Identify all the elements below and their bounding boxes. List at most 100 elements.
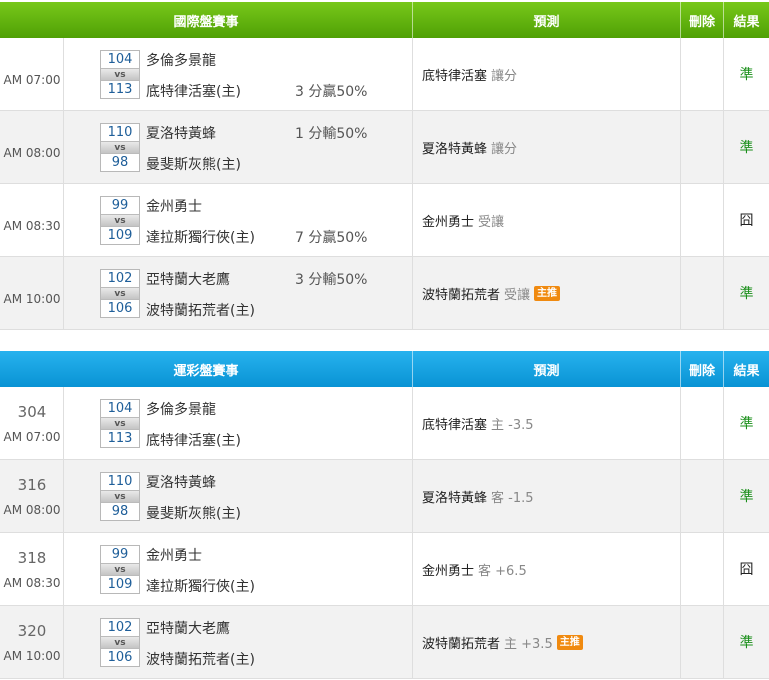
away-team[interactable]: 亞特蘭大老鷹 bbox=[146, 269, 230, 289]
table-row: AM 10:00 102 vs 106 亞特蘭大老鷹波特蘭拓荒者(主) 3 分輸50% 波特… bbox=[0, 257, 769, 330]
away-score: 102 bbox=[107, 620, 133, 635]
prediction-cell: 底特律活塞主 -3.5 bbox=[413, 387, 681, 459]
match-cell: 110 vs 98 夏洛特黃蜂 曼斐斯灰熊(主) 1 分輸50% bbox=[64, 111, 413, 183]
away-team[interactable]: 多倫多景龍 bbox=[146, 50, 216, 70]
table-row: 318 AM 08:30 99 vs 109 金州勇士達拉斯獨行俠(主) 金州勇士客 +6.… bbox=[0, 533, 769, 606]
header-game: 運彩盤賽事 bbox=[0, 351, 413, 387]
vs-label: vs bbox=[101, 417, 139, 430]
home-score: 106 bbox=[107, 301, 133, 316]
delete-cell[interactable] bbox=[681, 38, 724, 110]
prediction-cell: 波特蘭拓荒者主 +3.5 主推 bbox=[413, 606, 681, 678]
home-team[interactable]: 底特律活塞(主) bbox=[146, 81, 241, 101]
header-result: 結果 bbox=[733, 14, 760, 30]
time-cell: 320 AM 10:00 bbox=[0, 606, 64, 678]
result-cell: 準 bbox=[724, 460, 769, 532]
table-row: 304 AM 07:00 104 vs 113 多倫多景龍 底特律活塞(主) 底特律活塞主 -… bbox=[0, 387, 769, 460]
game-number: 316 bbox=[17, 476, 47, 494]
game-number: 320 bbox=[17, 622, 47, 640]
prediction-cell: 夏洛特黃蜂 讓分 bbox=[413, 111, 681, 183]
main-pick-badge: 主推 bbox=[534, 285, 561, 301]
time-cell: AM 07:00 bbox=[0, 38, 64, 110]
away-team[interactable]: 夏洛特黃蜂 bbox=[146, 472, 216, 492]
result-mark: 準 bbox=[739, 635, 754, 651]
home-team[interactable]: 底特律活塞(主) bbox=[146, 430, 241, 450]
result-cell: 準 bbox=[724, 387, 769, 459]
match-cell: 104 vs 113 多倫多景龍 底特律活塞(主) 3 分贏50% bbox=[64, 38, 413, 110]
delete-cell[interactable] bbox=[681, 460, 724, 532]
vs-label: vs bbox=[101, 68, 139, 81]
home-team[interactable]: 曼斐斯灰熊(主) bbox=[146, 154, 241, 174]
match-cell: 99 vs 109 金州勇士達拉斯獨行俠(主) 7 分贏50% bbox=[64, 184, 413, 256]
prediction-type: 讓分 bbox=[491, 68, 518, 84]
game-time: AM 07:00 bbox=[3, 73, 61, 87]
result-mark: 準 bbox=[739, 416, 754, 432]
home-team[interactable]: 波特蘭拓荒者(主) bbox=[146, 300, 255, 320]
time-cell: AM 08:00 bbox=[0, 111, 64, 183]
prediction-type: 客 +6.5 bbox=[478, 563, 527, 579]
result-cell: 準 bbox=[724, 111, 769, 183]
time-cell: 316 AM 08:00 bbox=[0, 460, 64, 532]
away-score: 104 bbox=[107, 52, 133, 67]
result-cell: 囧 bbox=[724, 184, 769, 256]
vs-label: vs bbox=[101, 287, 139, 300]
home-score: 109 bbox=[107, 228, 133, 243]
prediction-type: 讓分 bbox=[491, 141, 518, 157]
spread-result: 7 分贏50% bbox=[295, 230, 368, 246]
home-team[interactable]: 達拉斯獨行俠(主) bbox=[146, 227, 255, 247]
vs-label: vs bbox=[101, 214, 139, 227]
spread-result: 3 分輸50% bbox=[295, 272, 368, 288]
vs-label: vs bbox=[101, 563, 139, 576]
home-team[interactable]: 達拉斯獨行俠(主) bbox=[146, 576, 255, 596]
predicted-team: 波特蘭拓荒者 bbox=[422, 636, 501, 652]
home-score: 98 bbox=[111, 155, 129, 170]
predicted-team: 底特律活塞 bbox=[422, 417, 488, 433]
vs-label: vs bbox=[101, 490, 139, 503]
game-time: AM 08:30 bbox=[3, 576, 61, 590]
table-body: 304 AM 07:00 104 vs 113 多倫多景龍 底特律活塞(主) 底特律活塞主 -… bbox=[0, 387, 769, 679]
vs-label: vs bbox=[101, 141, 139, 154]
delete-cell[interactable] bbox=[681, 184, 724, 256]
home-score: 106 bbox=[107, 650, 133, 665]
prediction-type: 客 -1.5 bbox=[491, 490, 534, 506]
home-score: 109 bbox=[107, 577, 133, 592]
away-team[interactable]: 金州勇士 bbox=[146, 545, 202, 565]
table-row: AM 08:30 99 vs 109 金州勇士達拉斯獨行俠(主) 7 分贏50% 金州勇士受… bbox=[0, 184, 769, 257]
prediction-cell: 底特律活塞 讓分 bbox=[413, 38, 681, 110]
prediction-type: 受讓 bbox=[504, 287, 531, 303]
delete-cell[interactable] bbox=[681, 111, 724, 183]
result-cell: 準 bbox=[724, 257, 769, 329]
away-team[interactable]: 亞特蘭大老鷹 bbox=[146, 618, 230, 638]
predicted-team: 波特蘭拓荒者 bbox=[422, 287, 501, 303]
prediction-cell: 金州勇士 受讓 bbox=[413, 184, 681, 256]
score-box: 99 vs 109 bbox=[100, 545, 140, 594]
score-box: 102 vs 106 bbox=[100, 269, 140, 318]
delete-cell[interactable] bbox=[681, 533, 724, 605]
game-time: AM 07:00 bbox=[3, 430, 61, 444]
header-result: 結果 bbox=[733, 363, 760, 379]
away-team[interactable]: 多倫多景龍 bbox=[146, 399, 216, 419]
time-cell: AM 08:30 bbox=[0, 184, 64, 256]
prediction-cell: 波特蘭拓荒者 受讓 主推 bbox=[413, 257, 681, 329]
match-cell: 99 vs 109 金州勇士達拉斯獨行俠(主) bbox=[64, 533, 413, 605]
home-team[interactable]: 波特蘭拓荒者(主) bbox=[146, 649, 255, 669]
score-box: 110 vs 98 bbox=[100, 472, 140, 521]
away-team[interactable]: 金州勇士 bbox=[146, 196, 202, 216]
home-score: 113 bbox=[107, 82, 133, 97]
result-mark: 囧 bbox=[739, 213, 754, 229]
header-prediction: 預測 bbox=[413, 351, 681, 387]
time-cell: AM 10:00 bbox=[0, 257, 64, 329]
time-cell: 318 AM 08:30 bbox=[0, 533, 64, 605]
delete-cell[interactable] bbox=[681, 257, 724, 329]
game-time: AM 08:00 bbox=[3, 503, 61, 517]
home-team[interactable]: 曼斐斯灰熊(主) bbox=[146, 503, 241, 523]
away-team[interactable]: 夏洛特黃蜂 bbox=[146, 123, 216, 143]
predicted-team: 夏洛特黃蜂 bbox=[422, 141, 488, 157]
score-box: 99 vs 109 bbox=[100, 196, 140, 245]
result-mark: 囧 bbox=[739, 562, 754, 578]
table-row: 316 AM 08:00 110 vs 98 夏洛特黃蜂 曼斐斯灰熊(主) 夏洛特黃蜂客 -1… bbox=[0, 460, 769, 533]
prediction-type: 受讓 bbox=[478, 214, 505, 230]
score-box: 104 vs 113 bbox=[100, 399, 140, 448]
delete-cell[interactable] bbox=[681, 606, 724, 678]
delete-cell[interactable] bbox=[681, 387, 724, 459]
table-row: 320 AM 10:00 102 vs 106 亞特蘭大老鷹 波特蘭拓荒者(主) 波特蘭拓荒者… bbox=[0, 606, 769, 679]
